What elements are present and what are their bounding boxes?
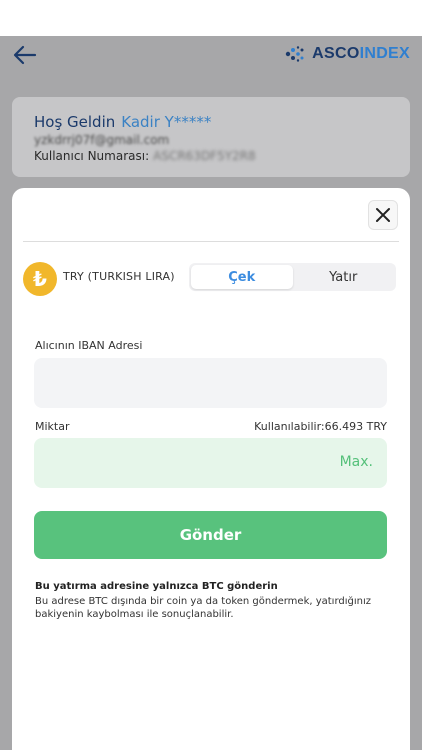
user-number-line: Kullanıcı Numarası: ASCR63DF5Y2R8 <box>34 148 410 164</box>
top-strip <box>0 0 422 36</box>
email-line: yzkdrrj07f@gmail.com <box>34 132 410 148</box>
iban-input[interactable] <box>34 358 387 408</box>
currency-label: TRY (TURKISH LIRA) <box>63 270 175 283</box>
available-balance: Kullanılabilir:66.493 TRY <box>254 420 387 433</box>
amount-field: Max. <box>34 438 387 488</box>
arrow-left-icon <box>13 45 37 65</box>
app-header: ASCOINDEX <box>0 36 422 74</box>
user-number-label: Kullanıcı Numarası: <box>34 149 150 163</box>
warning-text: Bu adrese BTC dışında bir coin ya da tok… <box>35 596 372 620</box>
close-icon <box>376 208 390 222</box>
max-button[interactable]: Max. <box>340 454 373 470</box>
iban-label: Alıcının IBAN Adresi <box>35 339 143 352</box>
warning-title: Bu yatırma adresine yalnızca BTC gönderi… <box>35 581 278 592</box>
welcome-line: Hoş Geldin Kadir Y***** <box>34 113 410 131</box>
user-number-value: ASCR63DF5Y2R8 <box>153 149 256 163</box>
ascoindex-logo-icon <box>285 46 304 62</box>
withdraw-deposit-toggle: Çek Yatır <box>189 263 396 291</box>
welcome-card: Hoş Geldin Kadir Y***** yzkdrrj07f@gmail.… <box>12 97 410 177</box>
brand-name: ASCOINDEX <box>312 45 410 63</box>
close-button[interactable] <box>368 200 398 230</box>
turkish-lira-icon: ₺ <box>23 262 57 296</box>
tab-withdraw[interactable]: Çek <box>191 265 293 289</box>
tab-deposit[interactable]: Yatır <box>293 265 395 289</box>
withdraw-modal: ₺ TRY (TURKISH LIRA) Çek Yatır Alıcının … <box>12 188 410 750</box>
amount-input[interactable] <box>34 438 314 488</box>
email-text: yzkdrrj07f@gmail.com <box>34 133 170 147</box>
brand-name-part2: INDEX <box>359 45 410 62</box>
brand: ASCOINDEX <box>284 43 410 65</box>
greeting-text: Hoş Geldin <box>34 113 116 131</box>
amount-label: Miktar <box>35 420 70 433</box>
modal-divider <box>23 241 399 242</box>
username-text: Kadir Y***** <box>121 113 212 131</box>
brand-name-part1: ASCO <box>312 45 360 62</box>
back-button[interactable] <box>12 44 38 66</box>
send-button[interactable]: Gönder <box>34 511 387 559</box>
